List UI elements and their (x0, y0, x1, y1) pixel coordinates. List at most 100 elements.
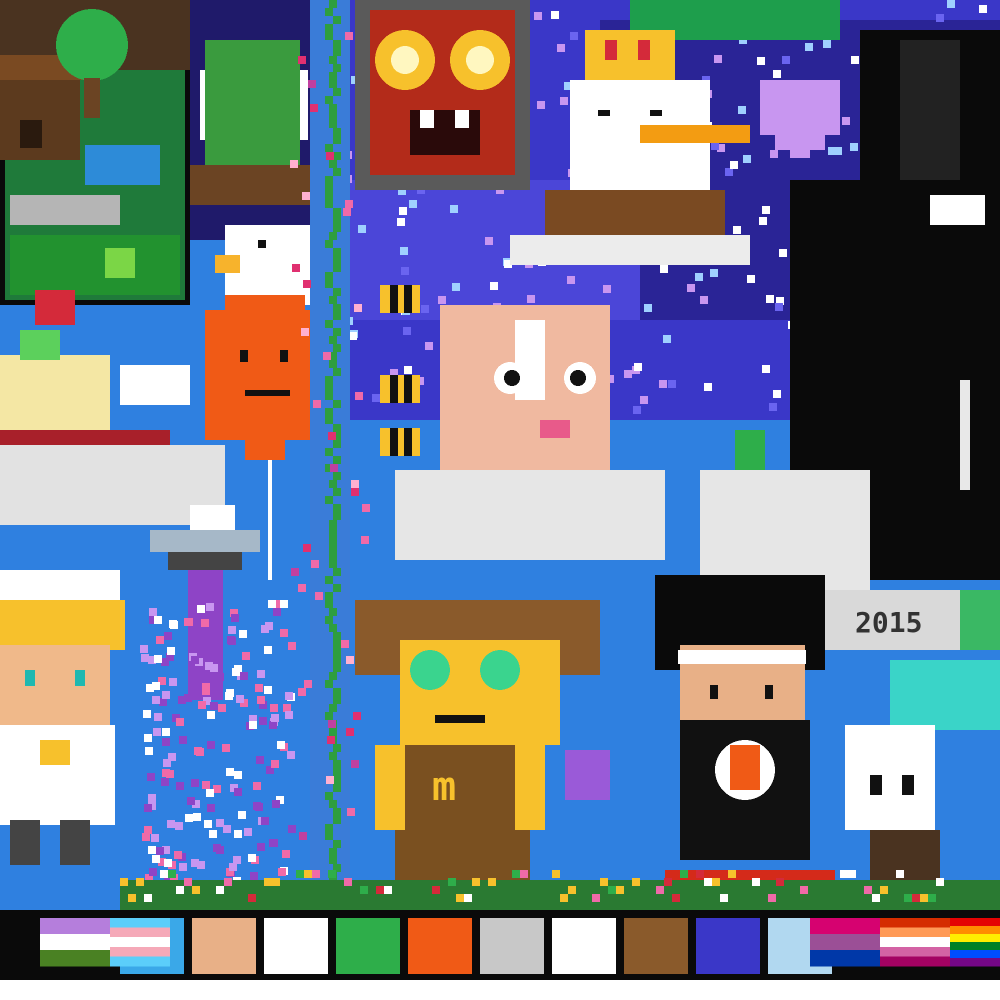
star (537, 101, 545, 109)
lesbian-flag (880, 956, 950, 967)
confetti-piece (214, 632, 222, 640)
confetti-piece (234, 665, 242, 673)
avatar-tile (696, 918, 760, 974)
avatar-tile (624, 918, 688, 974)
confetti-piece (151, 834, 159, 842)
pixel-art-svg[interactable]: 2015 m (0, 0, 1000, 1000)
vine-leaf (329, 160, 337, 168)
star (979, 5, 987, 13)
confetti-piece (272, 800, 280, 808)
vine-leaf (333, 152, 341, 160)
star (557, 44, 565, 52)
star (779, 249, 787, 257)
confetti-piece (191, 779, 199, 787)
bee-icon (380, 375, 420, 403)
confetti-piece (153, 728, 161, 736)
star (527, 295, 535, 303)
flower-icon (600, 878, 608, 886)
confetti-piece (154, 655, 162, 663)
vine-leaf (333, 224, 341, 232)
confetti-piece (179, 736, 187, 744)
genderqueer-flag (40, 934, 110, 951)
confetti-piece (270, 704, 278, 712)
confetti-piece (167, 820, 175, 828)
confetti-piece (227, 636, 235, 644)
vine-leaf (325, 320, 333, 328)
vine-leaf (329, 704, 337, 712)
confetti-piece (283, 704, 291, 712)
confetti-piece (249, 721, 257, 729)
flower-icon (488, 878, 496, 886)
vine-leaf (333, 168, 341, 176)
confetti-piece (149, 608, 157, 616)
confetti-piece (156, 636, 164, 644)
star (743, 155, 751, 163)
vine-leaf (325, 96, 333, 104)
star (567, 276, 575, 284)
confetti-piece (144, 804, 152, 812)
confetti-piece (169, 678, 177, 686)
vine-leaf (329, 672, 337, 680)
star (421, 305, 429, 313)
confetti-piece (166, 770, 174, 778)
flower-icon (120, 878, 128, 886)
rainbow-flag (950, 918, 1000, 927)
avatar-tile (480, 918, 544, 974)
confetti-piece (280, 600, 288, 608)
vine-leaf (325, 144, 333, 152)
vine-leaf (329, 0, 337, 8)
vine-leaf (333, 840, 341, 848)
confetti-piece (256, 756, 264, 764)
flower-icon (904, 894, 912, 902)
bee-stripe (404, 428, 412, 456)
confetti-piece (152, 682, 160, 690)
confetti-piece (202, 687, 210, 695)
star (710, 269, 718, 277)
lesbian-flag (880, 918, 950, 929)
flower-icon (264, 878, 272, 886)
flower-icon (192, 886, 200, 894)
vine-leaf (333, 776, 341, 784)
vine-leaf (333, 488, 341, 496)
confetti-piece (257, 670, 265, 678)
confetti-piece (204, 820, 212, 828)
vine-leaf (325, 416, 333, 424)
star (766, 295, 774, 303)
flower-icon (351, 480, 359, 488)
vine-leaf (325, 496, 333, 504)
rainbow-flag (950, 950, 1000, 959)
vine-leaf (329, 544, 337, 552)
confetti-piece (164, 632, 172, 640)
vine-leaf (329, 728, 337, 736)
confetti-piece (207, 741, 215, 749)
vine-leaf (333, 264, 341, 272)
confetti-piece (162, 728, 170, 736)
vine-leaf (333, 472, 341, 480)
flower-icon (728, 870, 736, 878)
confetti-piece (198, 701, 206, 709)
star (762, 365, 770, 373)
vine-leaf (325, 824, 333, 832)
house-door (20, 120, 42, 148)
star (560, 97, 568, 105)
pixel-canvas[interactable]: 2015 m (0, 0, 1000, 1000)
confetti-piece (167, 647, 175, 655)
confetti-piece (161, 778, 169, 786)
vine-leaf (329, 552, 337, 560)
flower-icon (592, 894, 600, 902)
confetti-piece (152, 855, 160, 863)
flower-icon (552, 870, 560, 878)
star (663, 335, 671, 343)
vine-leaf (325, 240, 333, 248)
bee-stripe (390, 285, 398, 313)
tree (56, 9, 128, 81)
confetti-piece (206, 603, 214, 611)
flower-icon (362, 504, 370, 512)
vine-leaf (333, 504, 341, 512)
star (842, 117, 850, 125)
flower-icon (298, 688, 306, 696)
star (403, 327, 411, 335)
star (438, 296, 446, 304)
vine-leaf (333, 744, 341, 752)
vine-leaf (333, 40, 341, 48)
